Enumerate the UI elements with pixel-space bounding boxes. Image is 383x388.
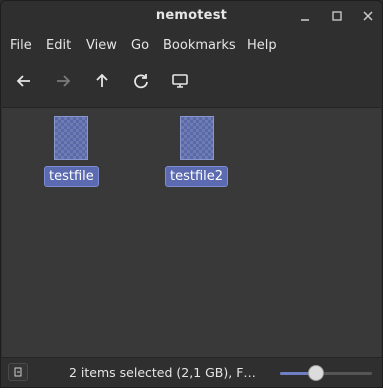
maximize-icon xyxy=(332,11,342,21)
close-icon xyxy=(363,11,373,21)
file-thumbnail-icon xyxy=(179,116,214,160)
computer-button[interactable] xyxy=(169,70,191,92)
minimize-button[interactable] xyxy=(295,6,315,26)
menu-edit[interactable]: Edit xyxy=(46,38,71,53)
file-manager-window: nemotest File Edit View Go Bookmarks Hel… xyxy=(0,0,383,388)
forward-button[interactable] xyxy=(52,70,74,92)
menu-bookmarks[interactable]: Bookmarks xyxy=(163,38,236,53)
file-item[interactable]: testfile2 xyxy=(165,116,229,187)
file-view[interactable]: testfile testfile2 xyxy=(2,107,381,358)
menu-file[interactable]: File xyxy=(10,38,32,53)
reload-button[interactable] xyxy=(130,70,152,92)
titlebar[interactable]: nemotest xyxy=(1,1,382,31)
menu-view[interactable]: View xyxy=(86,38,117,53)
status-bar: 2 items selected (2,1 GB), F… xyxy=(1,357,382,387)
minimize-icon xyxy=(301,19,309,21)
menu-go[interactable]: Go xyxy=(131,38,149,53)
window-title: nemotest xyxy=(155,8,228,23)
file-name-label: testfile xyxy=(44,166,99,187)
maximize-button[interactable] xyxy=(327,6,347,26)
reload-icon xyxy=(134,74,148,89)
toggle-sidebar-button[interactable] xyxy=(8,363,28,381)
computer-icon xyxy=(172,74,188,88)
toolbar xyxy=(1,61,382,101)
forward-arrow-icon xyxy=(57,75,71,87)
back-arrow-icon xyxy=(16,75,30,87)
up-arrow-icon xyxy=(96,73,108,87)
up-button[interactable] xyxy=(91,70,113,92)
file-item[interactable]: testfile xyxy=(44,116,99,187)
status-text: 2 items selected (2,1 GB), F… xyxy=(69,365,256,380)
file-thumbnail-icon xyxy=(54,116,89,160)
zoom-slider[interactable] xyxy=(280,365,372,381)
menu-help[interactable]: Help xyxy=(247,38,277,53)
file-name-label: testfile2 xyxy=(165,166,229,187)
close-button[interactable] xyxy=(358,6,378,26)
sidebar-toggle-icon xyxy=(14,367,22,377)
back-button[interactable] xyxy=(13,70,35,92)
menu-bar: File Edit View Go Bookmarks Help xyxy=(1,33,382,57)
zoom-handle[interactable] xyxy=(308,365,324,381)
